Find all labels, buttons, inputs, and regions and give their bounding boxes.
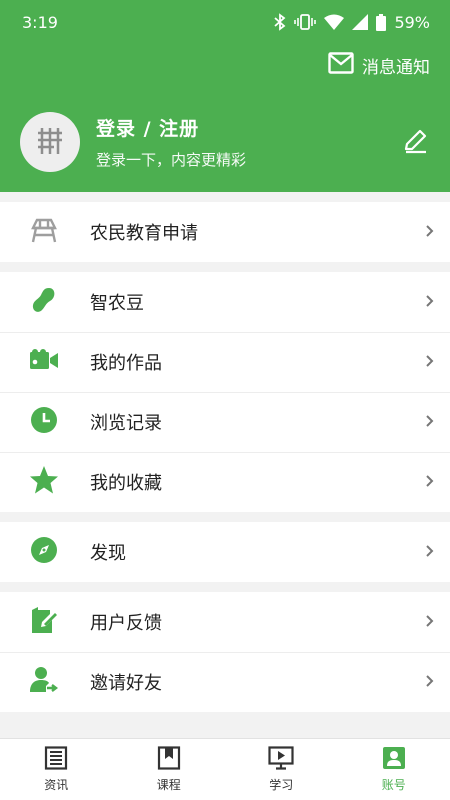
bean-icon — [29, 285, 59, 319]
signal-icon — [352, 14, 369, 30]
farmer-education-icon — [29, 215, 59, 249]
login-subtitle: 登录一下，内容更精彩 — [96, 151, 247, 169]
tab-study[interactable]: 学习 — [225, 739, 338, 800]
wifi-icon — [324, 14, 345, 30]
message-notice-button[interactable]: 消息通知 — [328, 52, 430, 79]
menu-item-label: 发现 — [90, 543, 126, 564]
feedback-icon — [30, 606, 58, 638]
status-time: 3:19 — [22, 12, 58, 32]
status-icons: 59% — [274, 13, 430, 32]
battery-percent: 59% — [394, 12, 430, 32]
chevron-right-icon — [425, 613, 435, 632]
menu-item-discover[interactable]: 发现 — [0, 522, 450, 582]
menu-item-label: 我的收藏 — [90, 473, 162, 494]
menu-item-label: 用户反馈 — [90, 613, 162, 634]
edit-profile-button[interactable] — [402, 128, 428, 158]
menu-group-social: 用户反馈 邀请好友 — [0, 592, 450, 712]
tab-label: 账号 — [381, 778, 406, 792]
menu-item-favorites[interactable]: 我的收藏 — [0, 452, 450, 512]
bottom-tab-bar: 资讯 课程 学习 账号 — [0, 738, 450, 800]
menu-group-personal: 智农豆 我的作品 浏览记录 我的收藏 — [0, 272, 450, 512]
tab-courses[interactable]: 课程 — [113, 739, 226, 800]
menu-item-my-works[interactable]: 我的作品 — [0, 332, 450, 392]
menu-item-farmer-education[interactable]: 农民教育申请 — [0, 202, 450, 262]
tab-label: 课程 — [156, 778, 181, 792]
wheat-logo-icon — [33, 123, 67, 161]
tab-label: 资讯 — [44, 778, 69, 792]
tab-label: 学习 — [269, 778, 294, 792]
bluetooth-icon — [274, 13, 286, 31]
menu-item-label: 智农豆 — [90, 293, 144, 314]
login-register-link[interactable]: 登录 / 注册 — [96, 114, 246, 141]
menu-item-zhinongdou[interactable]: 智农豆 — [0, 272, 450, 332]
menu-item-label: 邀请好友 — [90, 673, 162, 694]
book-icon — [157, 746, 181, 773]
tab-account[interactable]: 账号 — [338, 739, 450, 800]
login-register-area[interactable]: 登录 / 注册 登录一下，内容更精彩 — [20, 112, 246, 172]
chevron-right-icon — [425, 673, 435, 692]
profile-header: 3:19 59% 消息通知 登录 / 注册 登录一下，内容更精彩 — [0, 0, 450, 192]
vibrate-icon — [294, 14, 317, 30]
video-camera-icon — [29, 348, 59, 376]
chevron-right-icon — [425, 353, 435, 372]
chevron-right-icon — [425, 413, 435, 432]
menu-item-label: 农民教育申请 — [90, 223, 198, 244]
tab-news[interactable]: 资讯 — [0, 739, 113, 800]
chevron-right-icon — [425, 293, 435, 312]
menu-group-discover: 发现 — [0, 522, 450, 582]
chevron-right-icon — [425, 543, 435, 562]
message-notice-label: 消息通知 — [362, 58, 430, 78]
menu-item-label: 我的作品 — [90, 353, 162, 374]
pencil-icon — [402, 129, 428, 158]
compass-icon — [30, 536, 58, 568]
star-icon — [29, 465, 59, 499]
account-icon — [382, 746, 406, 773]
play-screen-icon — [268, 746, 294, 773]
chevron-right-icon — [425, 223, 435, 242]
mail-icon — [328, 52, 354, 79]
menu-item-invite-friends[interactable]: 邀请好友 — [0, 652, 450, 712]
menu-item-feedback[interactable]: 用户反馈 — [0, 592, 450, 652]
invite-friend-icon — [29, 665, 59, 699]
battery-icon — [376, 13, 387, 31]
menu-item-label: 浏览记录 — [90, 413, 162, 434]
avatar — [20, 112, 80, 172]
menu-item-history[interactable]: 浏览记录 — [0, 392, 450, 452]
status-bar: 3:19 59% — [0, 0, 450, 44]
chevron-right-icon — [425, 473, 435, 492]
menu-group-education: 农民教育申请 — [0, 202, 450, 262]
clock-icon — [30, 406, 58, 438]
news-icon — [44, 746, 68, 773]
